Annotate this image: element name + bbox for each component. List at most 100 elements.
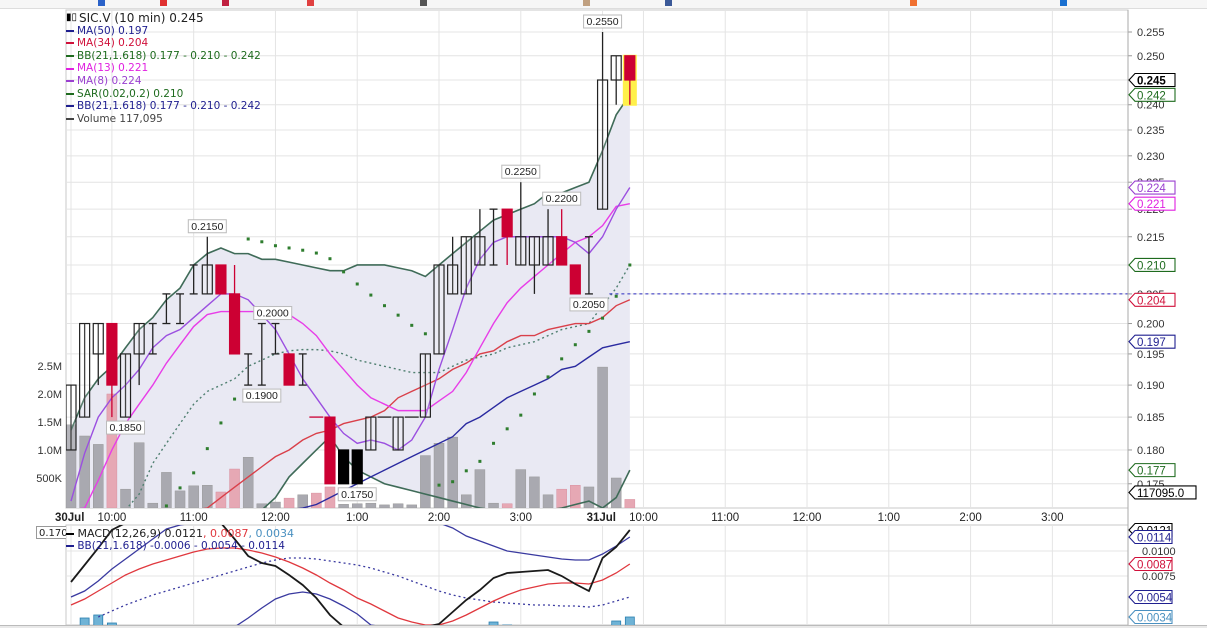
legend-item-label: Volume 117,095 [77, 112, 163, 125]
sar-dot [205, 447, 209, 451]
sar-dot [423, 332, 427, 336]
volume-bar [447, 436, 458, 508]
candle-body-down [351, 449, 363, 485]
axis-marker-label: 117095.0 [1137, 488, 1184, 500]
sar-dot [369, 293, 373, 297]
y-tick-label: 0.190 [1137, 380, 1165, 392]
legend-item-label: BB(21,1.618) 0.177 - 0.210 - 0.242 [77, 100, 261, 113]
legend-swatch-icon [66, 42, 74, 45]
volume-tick-label: 1.0M [38, 445, 62, 457]
candle-body-up [92, 322, 104, 355]
legend-item: BB(21,1.618) 0.177 - 0.210 - 0.242 [66, 50, 261, 63]
axis-marker-label: 0.197 [1137, 337, 1166, 349]
candle-body-up [419, 353, 431, 418]
price-cut-label: 0.170 [36, 526, 66, 539]
candle-body-down [228, 293, 241, 355]
candle-body-up [201, 264, 213, 295]
x-tick-label: 31Jul [587, 512, 616, 524]
volume-tick-label: 500K [36, 473, 62, 485]
axis-marker-label: 0.224 [1137, 183, 1166, 195]
candle-body-down [624, 55, 636, 81]
annotation-label: 0.2250 [505, 166, 537, 178]
sar-dot [628, 263, 632, 267]
legend-item-label: MA(50) 0.197 [77, 24, 149, 37]
sar-dot [601, 316, 605, 320]
annotation-label: 0.1850 [109, 422, 141, 434]
y-tick-label: 0.195 [1137, 349, 1165, 361]
candle-body-up [528, 236, 541, 266]
candle-body-down [501, 208, 513, 238]
x-tick-label: 2:00 [959, 512, 981, 524]
y-tick-label: 0.255 [1137, 27, 1165, 39]
price-legend: ▮▯ SIC.V (10 min) 0.245 MA(50) 0.197 MA(3… [66, 12, 261, 125]
legend-swatch-icon [66, 118, 74, 121]
candle-body-down [215, 264, 227, 295]
legend-swatch-icon [66, 92, 74, 95]
sar-dot [287, 246, 291, 250]
volume-bar [242, 457, 254, 508]
candle-body-up [447, 264, 459, 295]
volume-bar [338, 504, 349, 508]
candle-body-down [283, 353, 295, 386]
x-tick-label: 12:00 [793, 512, 822, 524]
volume-bar [597, 366, 608, 508]
y-tick-label: 0.250 [1137, 51, 1165, 63]
sar-dot [573, 343, 577, 347]
candle-body-down [324, 416, 336, 485]
macd-name: MACD(12,26,9) [77, 527, 162, 540]
candle-body-up [66, 384, 77, 451]
legend-item-label: MA(13) 0.221 [77, 62, 149, 75]
volume-bar [515, 469, 527, 508]
x-tick-label: 11:00 [180, 512, 208, 524]
annotation-label: 0.2050 [573, 299, 605, 311]
candle-body-down [106, 322, 118, 386]
sar-dot [505, 427, 509, 431]
volume-bar [147, 502, 159, 508]
volume-bar [542, 494, 554, 508]
candle-body-up [119, 353, 132, 418]
volume-bar [556, 488, 567, 508]
x-tick-label: 3:00 [1041, 512, 1063, 524]
annotation-label: 0.2200 [546, 193, 578, 205]
annotation-label: 0.1750 [341, 489, 373, 501]
macd-tick-label: 0.0100 [1142, 546, 1176, 558]
axis-marker-label: 0.0114 [1137, 533, 1172, 545]
x-tick-label: 10:00 [97, 512, 126, 524]
sar-dot [314, 251, 318, 255]
x-tick-label: 1:00 [346, 512, 368, 524]
axis-marker-label: 0.245 [1137, 76, 1166, 88]
sar-dot [478, 459, 482, 463]
volume-bar [379, 504, 390, 508]
volume-bar [283, 497, 295, 508]
legend-swatch-icon [66, 67, 74, 70]
sar-dot [396, 313, 400, 317]
legend-item: MA(50) 0.197 [66, 25, 261, 38]
annotation-label: 0.2000 [257, 308, 289, 320]
volume-bar [501, 503, 513, 508]
axis-marker-label: 0.0054 [1137, 593, 1173, 605]
legend-title: ▮▯ SIC.V (10 min) 0.245 [66, 12, 261, 25]
annotation-label: 0.1900 [246, 390, 278, 402]
volume-bar [297, 494, 308, 508]
legend-item-label: MA(8) 0.224 [77, 74, 142, 87]
candle-body-up [133, 322, 145, 355]
volume-bar [229, 468, 240, 508]
volume-bar [270, 501, 281, 508]
volume-bar [624, 499, 636, 508]
volume-bar [474, 469, 486, 508]
sar-dot [382, 304, 386, 308]
x-tick-label: 10:00 [629, 512, 658, 524]
candle-body-down [338, 449, 350, 485]
volume-bar [93, 444, 104, 508]
legend-swatch-icon [66, 55, 74, 58]
legend-swatch-icon [66, 105, 74, 108]
legend-swatch-icon [66, 80, 74, 83]
sar-dot [464, 469, 468, 473]
sar-dot [301, 248, 305, 252]
sar-dot [233, 397, 237, 401]
candlestick-icon: ▮▯ [66, 12, 78, 23]
x-tick-label: 30Jul [55, 512, 84, 524]
legend-swatch-icon [66, 29, 74, 32]
macd-value: 0.0121 [164, 527, 204, 540]
volume-tick-label: 1.5M [38, 417, 62, 429]
